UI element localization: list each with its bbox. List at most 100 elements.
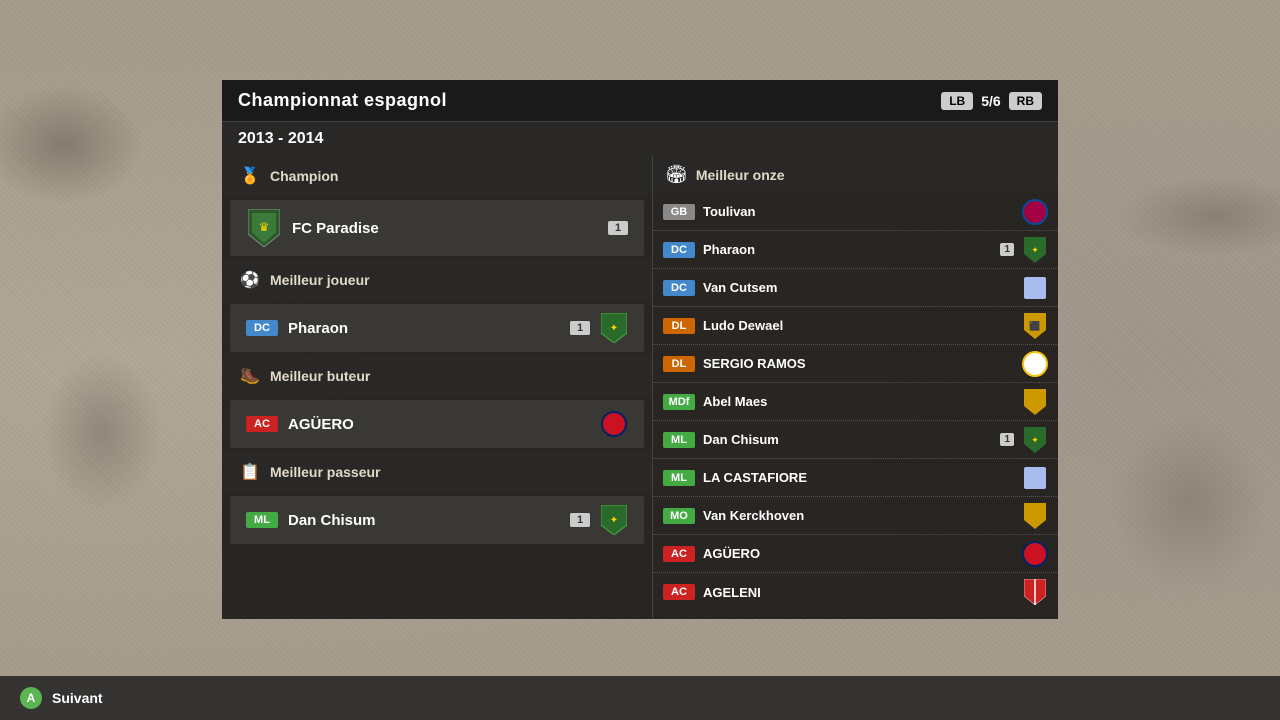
- pos-ac-9: AC: [663, 546, 695, 562]
- champion-row: ♛ FC Paradise 1: [230, 200, 644, 256]
- best-passer-icon: 📋: [238, 460, 262, 484]
- best-eleven-title: Meilleur onze: [696, 167, 785, 183]
- lineup-name-6: Dan Chisum: [703, 432, 992, 447]
- lineup-row-8: MO Van Kerckhoven: [653, 497, 1058, 535]
- club-1: ✦: [1022, 237, 1048, 263]
- club-10: [1022, 579, 1048, 605]
- paradise-badge: ♛: [246, 210, 282, 246]
- lineup-row-10: AC AGELENI: [653, 573, 1058, 611]
- lineup-name-2: Van Cutsem: [703, 280, 1014, 295]
- best-player-header: ⚽ Meilleur joueur: [222, 260, 652, 300]
- svg-text:✦: ✦: [610, 515, 618, 526]
- svg-text:✦: ✦: [1031, 245, 1039, 255]
- panel-title: Championnat espagnol: [238, 90, 447, 111]
- svg-text:♛: ♛: [259, 220, 270, 234]
- club-9: [1022, 541, 1048, 567]
- button-a-label: A: [27, 691, 36, 705]
- lineup-name-8: Van Kerckhoven: [703, 508, 1014, 523]
- pos-gb-0: GB: [663, 204, 695, 220]
- svg-text:⬛: ⬛: [1029, 320, 1040, 331]
- lineup-row-2: DC Van Cutsem: [653, 269, 1058, 307]
- best-player-row: DC Pharaon 1 ✦: [230, 304, 644, 352]
- year-label: 2013 - 2014: [222, 122, 1058, 156]
- lineup-row-7: ML LA CASTAFIORE: [653, 459, 1058, 497]
- lineup-row-4: DL SERGIO RAMOS: [653, 345, 1058, 383]
- lineup-row-6: ML Dan Chisum 1 ✦: [653, 421, 1058, 459]
- lineup-name-4: SERGIO RAMOS: [703, 356, 1014, 371]
- pos-mo-8: MO: [663, 508, 695, 524]
- best-passer-name: Dan Chisum: [288, 512, 560, 529]
- right-column: 🏟 Meilleur onze GB Toulivan DC Pharaon 1…: [652, 156, 1058, 619]
- pos-dl-4: DL: [663, 356, 695, 372]
- nav-page: 5/6: [981, 93, 1000, 109]
- best-passer-rating: 1: [570, 513, 590, 527]
- pos-mdf-5: MDf: [663, 394, 695, 410]
- pos-ml-6: ML: [663, 432, 695, 448]
- lineup-name-9: AGÜERO: [703, 546, 1014, 561]
- lineup-row-5: MDf Abel Maes: [653, 383, 1058, 421]
- club-7: [1022, 465, 1048, 491]
- champion-name: FC Paradise: [292, 220, 598, 237]
- lineup-name-3: Ludo Dewael: [703, 318, 1014, 333]
- best-player-name: Pharaon: [288, 320, 560, 337]
- best-eleven-icon: 🏟: [665, 164, 688, 185]
- best-passer-row: ML Dan Chisum 1 ✦: [230, 496, 644, 544]
- best-scorer-title: Meilleur buteur: [270, 368, 370, 384]
- best-eleven-header: 🏟 Meilleur onze: [653, 156, 1058, 193]
- champion-title: Champion: [270, 168, 338, 184]
- lineup-row-9: AC AGÜERO: [653, 535, 1058, 573]
- main-panel: Championnat espagnol LB 5/6 RB 2013 - 20…: [222, 80, 1058, 619]
- best-scorer-club: [600, 410, 628, 438]
- bottom-bar: A Suivant: [0, 676, 1280, 720]
- lineup-name-5: Abel Maes: [703, 394, 1014, 409]
- club-6: ✦: [1022, 427, 1048, 453]
- lineup-badge-1: 1: [1000, 243, 1014, 256]
- best-scorer-pos: AC: [246, 416, 278, 432]
- lineup-name-7: LA CASTAFIORE: [703, 470, 1014, 485]
- svg-text:✦: ✦: [610, 323, 618, 334]
- best-scorer-name: AGÜERO: [288, 416, 590, 433]
- best-passer-pos: ML: [246, 512, 278, 528]
- best-scorer-row: AC AGÜERO: [230, 400, 644, 448]
- club-5: [1022, 389, 1048, 415]
- best-player-rating: 1: [570, 321, 590, 335]
- pos-dc-1: DC: [663, 242, 695, 258]
- lineup-badge-6: 1: [1000, 433, 1014, 446]
- rb-button[interactable]: RB: [1009, 92, 1042, 110]
- champion-icon: 🏅: [238, 164, 262, 188]
- best-passer-title: Meilleur passeur: [270, 464, 381, 480]
- lineup-row-3: DL Ludo Dewael ⬛: [653, 307, 1058, 345]
- left-column: 🏅 Champion ♛ FC Pa: [222, 156, 652, 619]
- lb-button[interactable]: LB: [941, 92, 973, 110]
- lineup-row-0: GB Toulivan: [653, 193, 1058, 231]
- club-0: [1022, 199, 1048, 225]
- pos-ac-10: AC: [663, 584, 695, 600]
- champion-rating: 1: [608, 221, 628, 235]
- lineup-name-10: AGELENI: [703, 585, 1014, 600]
- lineup-name-0: Toulivan: [703, 204, 1014, 219]
- nav-buttons: LB 5/6 RB: [941, 92, 1042, 110]
- pos-dc-2: DC: [663, 280, 695, 296]
- club-4: [1022, 351, 1048, 377]
- pos-ml-7: ML: [663, 470, 695, 486]
- lineup-name-1: Pharaon: [703, 242, 992, 257]
- content-area: 🏅 Champion ♛ FC Pa: [222, 156, 1058, 619]
- best-player-pos: DC: [246, 320, 278, 336]
- best-player-title: Meilleur joueur: [270, 272, 370, 288]
- svg-text:✦: ✦: [1031, 435, 1039, 445]
- club-3: ⬛: [1022, 313, 1048, 339]
- best-scorer-icon: 🥾: [238, 364, 262, 388]
- club-8: [1022, 503, 1048, 529]
- club-2: [1022, 275, 1048, 301]
- best-player-icon: ⚽: [238, 268, 262, 292]
- champion-section-header: 🏅 Champion: [222, 156, 652, 196]
- best-passer-club: ✦: [600, 506, 628, 534]
- lineup-row-1: DC Pharaon 1 ✦: [653, 231, 1058, 269]
- panel-header: Championnat espagnol LB 5/6 RB: [222, 80, 1058, 122]
- pos-dl-3: DL: [663, 318, 695, 334]
- best-passer-header: 📋 Meilleur passeur: [222, 452, 652, 492]
- suivant-button-icon[interactable]: A: [20, 687, 42, 709]
- best-player-club: ✦: [600, 314, 628, 342]
- best-scorer-header: 🥾 Meilleur buteur: [222, 356, 652, 396]
- suivant-label: Suivant: [52, 690, 103, 706]
